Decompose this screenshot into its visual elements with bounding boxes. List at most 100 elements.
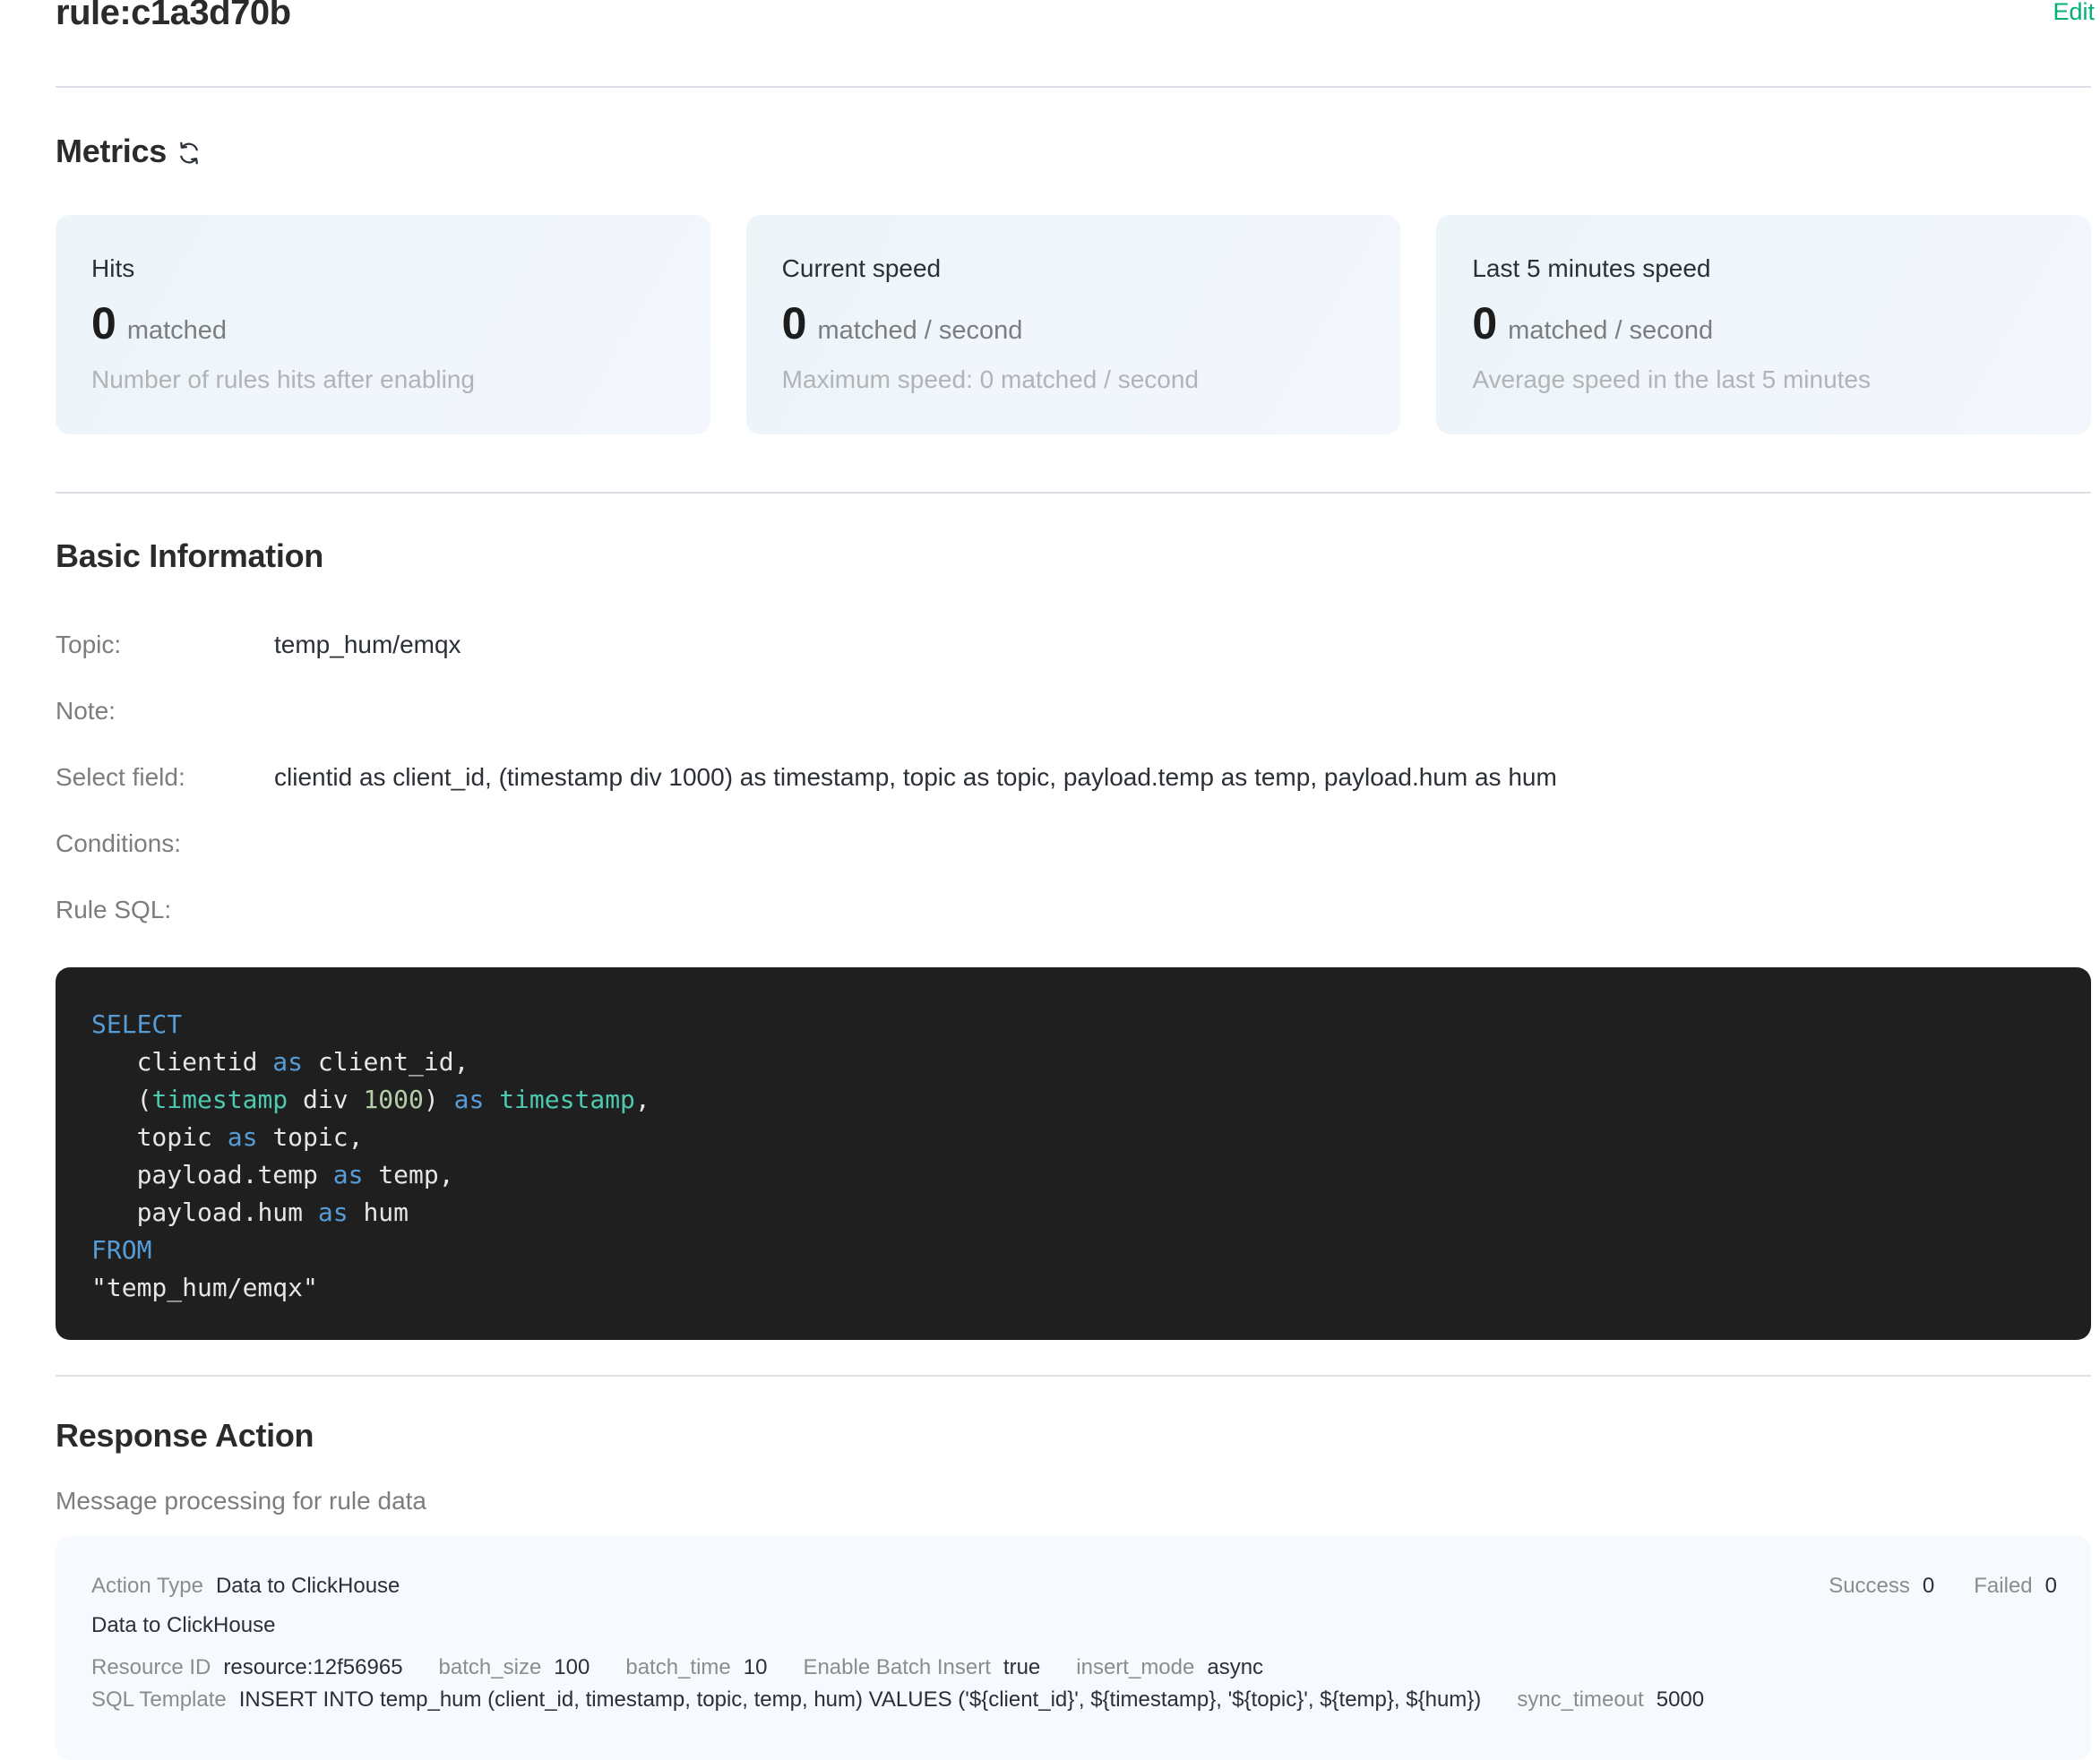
- divider: [56, 492, 2091, 494]
- info-value: clientid as client_id, (timestamp div 10…: [274, 763, 1557, 792]
- param-key: batch_time: [625, 1655, 730, 1680]
- param-key: Enable Batch Insert: [803, 1655, 990, 1680]
- info-row-select-field: Select field: clientid as client_id, (ti…: [56, 763, 1557, 792]
- metric-unit: matched: [127, 316, 227, 346]
- code-line: FROM: [91, 1232, 2055, 1269]
- sql-keyword: as: [318, 1198, 349, 1227]
- metric-unit: matched / second: [1508, 316, 1713, 346]
- info-label: Topic:: [56, 631, 274, 659]
- param-key: Resource ID: [91, 1655, 211, 1680]
- param-value: INSERT INTO temp_hum (client_id, timesta…: [239, 1687, 1482, 1713]
- sql-token: topic: [137, 1122, 212, 1152]
- info-label: Conditions:: [56, 829, 274, 858]
- metrics-cards: Hits 0 matched Number of rules hits afte…: [56, 215, 2091, 434]
- metric-card-title: Current speed: [782, 254, 941, 283]
- page-header: rule:c1a3d70b Edit: [56, 0, 2091, 88]
- param-batch-time: batch_time 10: [625, 1655, 767, 1680]
- metric-number: 0: [1472, 297, 1497, 349]
- sql-keyword: as: [454, 1085, 485, 1114]
- action-type-label: Action Type: [91, 1574, 203, 1599]
- metric-description: Average speed in the last 5 minutes: [1472, 365, 1871, 394]
- sql-token: topic,: [272, 1122, 363, 1152]
- sql-token: temp,: [378, 1160, 453, 1189]
- rule-detail-page: rule:c1a3d70b Edit Metrics Hits 0 matche…: [56, 0, 2091, 88]
- param-value: resource:12f56965: [223, 1655, 402, 1680]
- sql-keyword: as: [333, 1160, 364, 1189]
- metrics-title: Metrics: [56, 133, 167, 170]
- failed-value: 0: [2045, 1574, 2057, 1599]
- sql-token: ,: [635, 1085, 650, 1114]
- code-line: (timestamp div 1000) as timestamp,: [91, 1081, 2055, 1119]
- info-label: Select field:: [56, 763, 274, 792]
- success-count: Success 0: [1829, 1574, 1934, 1599]
- sql-keyword: as: [228, 1122, 258, 1152]
- sql-token: client_id,: [318, 1047, 469, 1077]
- metric-card-title: Hits: [91, 254, 134, 283]
- edit-button[interactable]: Edit: [2053, 0, 2095, 26]
- code-line: "temp_hum/emqx": [91, 1269, 2055, 1307]
- info-row-rule-sql: Rule SQL:: [56, 896, 274, 924]
- metric-number: 0: [782, 297, 807, 349]
- metric-number: 0: [91, 297, 116, 349]
- rule-title: rule:c1a3d70b: [56, 0, 291, 33]
- sql-token: payload.hum: [137, 1198, 303, 1227]
- response-action-title: Response Action: [56, 1417, 314, 1455]
- info-label: Rule SQL:: [56, 896, 274, 924]
- info-label: Note:: [56, 697, 274, 725]
- code-line: SELECT: [91, 1006, 2055, 1043]
- sql-string: "temp_hum/emqx": [91, 1273, 318, 1302]
- metric-card-last-5-minutes: Last 5 minutes speed 0 matched / second …: [1436, 215, 2091, 434]
- sql-token: clientid: [137, 1047, 258, 1077]
- action-name: Data to ClickHouse: [91, 1613, 275, 1638]
- sql-token: div: [288, 1085, 363, 1114]
- metric-card-value: 0 matched / second: [782, 297, 1023, 349]
- metrics-header: Metrics: [56, 133, 202, 170]
- action-stats: Success 0 Failed 0: [1829, 1574, 2057, 1599]
- metric-card-value: 0 matched: [91, 297, 227, 349]
- code-line: payload.hum as hum: [91, 1194, 2055, 1232]
- param-key: batch_size: [439, 1655, 542, 1680]
- metric-card-value: 0 matched / second: [1472, 297, 1713, 349]
- sql-number: 1000: [363, 1085, 423, 1114]
- metric-unit: matched / second: [817, 316, 1022, 346]
- sql-identifier: timestamp: [499, 1085, 635, 1114]
- info-value: temp_hum/emqx: [274, 631, 461, 659]
- metric-description: Maximum speed: 0 matched / second: [782, 365, 1199, 394]
- action-params-row: Resource ID resource:12f56965 batch_size…: [91, 1655, 1263, 1680]
- metric-card-current-speed: Current speed 0 matched / second Maximum…: [746, 215, 1401, 434]
- sql-identifier: timestamp: [151, 1085, 288, 1114]
- info-row-conditions: Conditions:: [56, 829, 274, 858]
- code-line: clientid as client_id,: [91, 1043, 2055, 1081]
- response-action-subtitle: Message processing for rule data: [56, 1487, 426, 1515]
- action-params-row: SQL Template INSERT INTO temp_hum (clien…: [91, 1687, 1704, 1713]
- param-value: 10: [744, 1655, 768, 1680]
- code-line: topic as topic,: [91, 1119, 2055, 1156]
- metric-description: Number of rules hits after enabling: [91, 365, 475, 394]
- sql-token: hum: [363, 1198, 409, 1227]
- action-type: Action Type Data to ClickHouse: [91, 1574, 400, 1599]
- refresh-icon[interactable]: [176, 140, 202, 167]
- param-value: true: [1003, 1655, 1040, 1680]
- param-enable-batch-insert: Enable Batch Insert true: [803, 1655, 1040, 1680]
- success-label: Success: [1829, 1574, 1910, 1599]
- metric-card-hits: Hits 0 matched Number of rules hits afte…: [56, 215, 710, 434]
- sql-keyword: SELECT: [91, 1009, 182, 1039]
- param-value: 5000: [1657, 1687, 1704, 1713]
- divider: [56, 1375, 2091, 1377]
- info-row-note: Note:: [56, 697, 274, 725]
- info-row-topic: Topic: temp_hum/emqx: [56, 631, 461, 659]
- failed-label: Failed: [1974, 1574, 2032, 1599]
- sql-token: (: [137, 1085, 152, 1114]
- metric-card-title: Last 5 minutes speed: [1472, 254, 1710, 283]
- param-sync-timeout: sync_timeout 5000: [1517, 1687, 1704, 1713]
- sql-keyword: as: [272, 1047, 303, 1077]
- rule-sql-code: SELECT clientid as client_id, (timestamp…: [56, 967, 2091, 1340]
- param-resource-id: Resource ID resource:12f56965: [91, 1655, 403, 1680]
- param-value: 100: [554, 1655, 590, 1680]
- param-key: insert_mode: [1076, 1655, 1194, 1680]
- param-batch-size: batch_size 100: [439, 1655, 590, 1680]
- code-line: payload.temp as temp,: [91, 1156, 2055, 1194]
- basic-info-title: Basic Information: [56, 537, 323, 575]
- param-sql-template: SQL Template INSERT INTO temp_hum (clien…: [91, 1687, 1481, 1713]
- success-value: 0: [1923, 1574, 1934, 1599]
